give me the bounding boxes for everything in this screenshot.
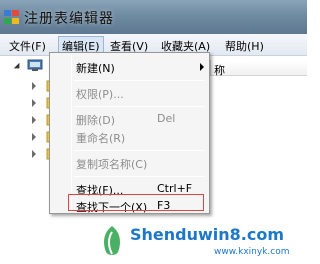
menu-help[interactable]: 帮助(H) xyxy=(225,38,264,54)
menu-item-copy-key-name[interactable]: 复制项名称(C) xyxy=(52,152,207,174)
expand-arrow-icon[interactable] xyxy=(32,116,36,124)
computer-icon xyxy=(27,59,43,71)
collapse-arrow-icon[interactable] xyxy=(13,62,23,72)
menu-item-new[interactable]: 新建(N) xyxy=(52,56,207,78)
menu-item-rename[interactable]: 重命名(R) xyxy=(52,126,207,148)
expand-arrow-icon[interactable] xyxy=(32,99,36,107)
window-title: 注册表编辑器 xyxy=(24,11,114,27)
edit-menu-dropdown: 新建(N) 权限(P)... 删除(D) Del 重命名(R) 复制项名称(C)… xyxy=(49,52,210,214)
watermark-text: Shenduwin8.com xyxy=(130,225,285,244)
submenu-arrow-icon xyxy=(200,63,204,71)
menu-separator xyxy=(74,106,205,107)
menu-separator xyxy=(74,176,205,177)
expand-arrow-icon[interactable] xyxy=(32,150,36,158)
title-bar: 注册表编辑器 xyxy=(0,0,307,34)
menu-separator xyxy=(74,150,205,151)
expand-arrow-icon[interactable] xyxy=(32,82,36,90)
expand-arrow-icon[interactable] xyxy=(32,133,36,141)
registry-editor-icon xyxy=(4,10,19,24)
watermark-logo-icon xyxy=(104,226,120,255)
menu-item-permissions[interactable]: 权限(P)... xyxy=(52,82,207,104)
watermark-url: www.kxinyk.com xyxy=(214,247,290,257)
column-header-name[interactable]: 称 xyxy=(210,60,307,77)
menu-separator xyxy=(74,80,205,81)
find-next-highlight-box xyxy=(68,194,204,211)
menu-file[interactable]: 文件(F) xyxy=(9,38,46,54)
